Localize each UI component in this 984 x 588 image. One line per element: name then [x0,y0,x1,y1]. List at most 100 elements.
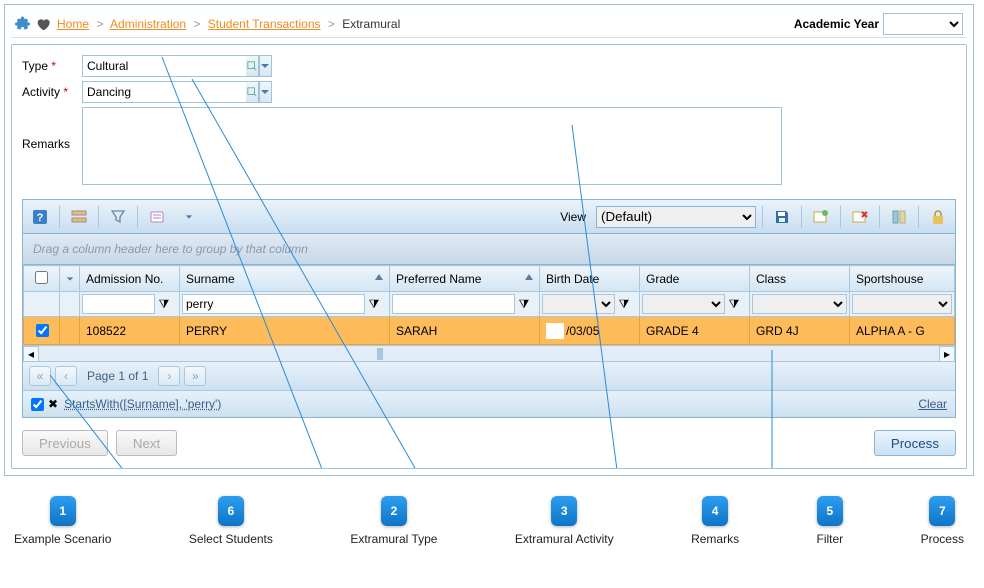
annotation-4: 4 Remarks [691,496,739,546]
header-row: Admission No. Surname Preferred Name Bir… [24,266,955,292]
cell-birth: /03/05 [540,317,640,345]
filter-clear-x[interactable]: ✖ [48,397,58,411]
breadcrumb-sep: > [193,17,200,31]
sort-asc-icon [375,274,383,280]
filter-birth-btn[interactable]: ⧩ [615,294,633,314]
pager-text: Page 1 of 1 [87,369,148,383]
topbar-icons [15,15,51,33]
columns-button[interactable] [66,205,92,229]
breadcrumb-home[interactable]: Home [57,17,89,31]
grid-toolbar: ? View (Default) [23,200,955,234]
filter-clear-link[interactable]: Clear [918,397,947,411]
filter-birth[interactable] [542,294,615,314]
breadcrumb-trans[interactable]: Student Transactions [208,17,321,31]
remarks-textarea[interactable] [82,107,782,185]
type-input[interactable] [82,55,246,77]
customize-button[interactable] [886,205,912,229]
activity-lookup-button[interactable] [246,81,259,103]
lock-button[interactable] [925,205,951,229]
scroll-right-button[interactable]: ▸ [939,346,955,362]
next-button[interactable]: Next [116,430,177,456]
delete-view-button[interactable] [847,205,873,229]
topbar: Home > Administration > Student Transact… [11,11,967,38]
activity-dropdown-button[interactable] [259,81,272,103]
filter-class[interactable] [752,294,847,314]
type-dropdown-button[interactable] [259,55,272,77]
group-by-bar[interactable]: Drag a column header here to group by th… [23,234,955,265]
pager-prev[interactable]: ‹ [55,366,77,386]
type-label: Type * [22,55,82,73]
cell-preferred: SARAH [390,317,540,345]
academic-year: Academic Year [794,13,963,35]
activity-label: Activity * [22,81,82,99]
academic-year-label: Academic Year [794,17,879,31]
scroll-left-button[interactable]: ◂ [23,346,39,362]
students-table: Admission No. Surname Preferred Name Bir… [23,265,955,345]
filter-expression[interactable]: StartsWith([Surname], 'perry') [64,397,221,411]
export-button[interactable] [144,205,170,229]
filter-grade-btn[interactable]: ⧩ [725,294,743,314]
cell-grade: GRADE 4 [640,317,750,345]
filter-admission-btn[interactable]: ⧩ [155,294,173,314]
filter-grade[interactable] [642,294,725,314]
type-combo [82,55,272,77]
cell-surname: PERRY [180,317,390,345]
pager-last[interactable]: » [184,366,206,386]
breadcrumb: Home > Administration > Student Transact… [57,17,400,31]
breadcrumb-admin[interactable]: Administration [110,17,186,31]
col-surname[interactable]: Surname [180,266,390,292]
filter-surname[interactable] [182,294,365,314]
annotation-1: 1 Example Scenario [14,496,111,546]
export-dropdown[interactable] [176,205,202,229]
col-class[interactable]: Class [750,266,850,292]
help-button[interactable]: ? [27,205,53,229]
cell-house: ALPHA A - G [850,317,955,345]
pager-first[interactable]: « [29,366,51,386]
filter-preferred-btn[interactable]: ⧩ [515,294,533,314]
filter-preferred[interactable] [392,294,515,314]
activity-input[interactable] [82,81,246,103]
filter-house[interactable] [852,294,952,314]
horizontal-scrollbar[interactable]: ◂ ▸ [23,345,955,361]
annotation-7: 7 Process [921,496,964,546]
breadcrumb-sep: > [328,17,335,31]
filter-admission[interactable] [82,294,155,314]
remarks-label: Remarks [22,107,82,151]
col-birth[interactable]: Birth Date [540,266,640,292]
academic-year-select[interactable] [883,13,963,35]
cell-admission: 108522 [80,317,180,345]
activity-row: Activity * [22,81,956,103]
scroll-thumb[interactable] [377,348,383,360]
filter-button[interactable] [105,205,131,229]
process-button[interactable]: Process [874,430,956,456]
view-label: View [560,210,586,224]
new-view-button[interactable] [808,205,834,229]
activity-combo [82,81,272,103]
pager: « ‹ Page 1 of 1 › » [23,361,955,390]
view-select[interactable]: (Default) [596,206,756,228]
col-preferred[interactable]: Preferred Name [390,266,540,292]
breadcrumb-current: Extramural [342,17,400,31]
filter-enabled-checkbox[interactable] [31,398,44,411]
action-buttons: Previous Next Process [22,430,956,456]
save-view-button[interactable] [769,205,795,229]
select-all-checkbox[interactable] [35,271,48,284]
annotation-2: 2 Extramural Type [350,496,437,546]
row-checkbox[interactable] [36,324,49,337]
annotation-3: 3 Extramural Activity [515,496,614,546]
filter-surname-btn[interactable]: ⧩ [365,294,383,314]
col-admission[interactable]: Admission No. [80,266,180,292]
previous-button[interactable]: Previous [22,430,108,456]
pager-next[interactable]: › [158,366,180,386]
filter-expression-bar: ✖ StartsWith([Surname], 'perry') Clear [23,390,955,417]
header-dropdown[interactable] [60,266,80,292]
type-lookup-button[interactable] [246,55,259,77]
app-window: Home > Administration > Student Transact… [4,4,974,476]
col-house[interactable]: Sportshouse [850,266,955,292]
filter-row: ⧩ ⧩ ⧩ ⧩ ⧩ [24,292,955,317]
table-row[interactable]: 108522 PERRY SARAH /03/05 GRADE 4 GRD 4J… [24,317,955,345]
students-grid: ? View (Default) [22,199,956,418]
col-grade[interactable]: Grade [640,266,750,292]
cell-class: GRD 4J [750,317,850,345]
heart-icon [35,16,51,32]
